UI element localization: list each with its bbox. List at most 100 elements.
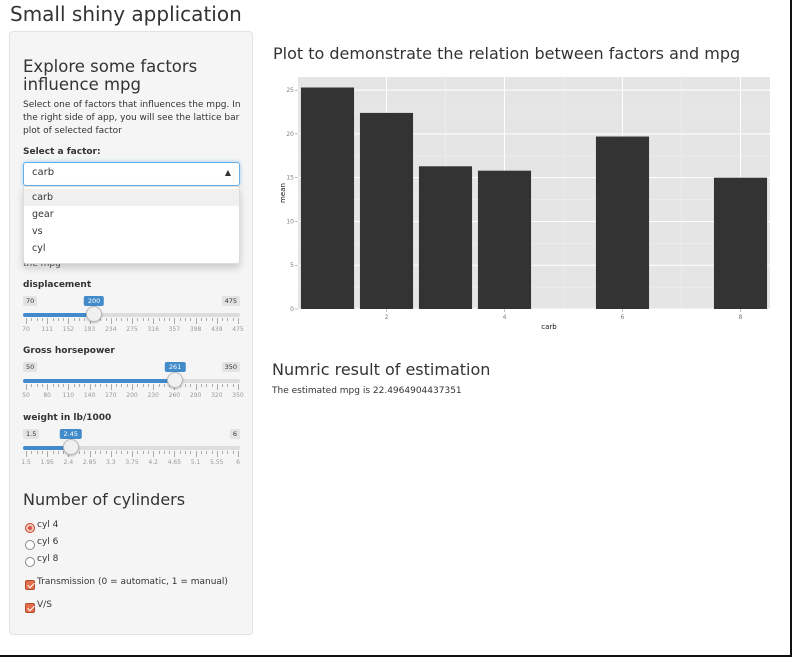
slider-tick <box>116 384 118 387</box>
slider-tick <box>68 384 70 390</box>
app-title: Small shiny application <box>10 2 242 26</box>
y-tick-label: 15 <box>286 175 294 182</box>
slider-tick-labels: 50 80 110 140 170 200 230 260 290 320 350 <box>22 392 244 402</box>
slider-tick <box>206 384 208 387</box>
dropdown-option[interactable]: carb <box>24 189 239 206</box>
slider-tick <box>110 451 112 457</box>
slider-tick <box>211 384 213 387</box>
radio-button[interactable] <box>25 557 35 567</box>
slider-tick <box>79 384 80 387</box>
radio-button[interactable] <box>25 540 35 550</box>
slider-tick <box>238 384 239 390</box>
dropdown-option[interactable]: vs <box>24 223 239 240</box>
factor-dropdown[interactable]: carb gear vs cyl <box>23 186 240 264</box>
slider-tick <box>137 451 139 454</box>
slider-tick-label: 290 <box>189 392 202 399</box>
checkbox-checked-icon[interactable] <box>25 603 35 613</box>
slider-tick <box>185 384 186 387</box>
slider-track <box>23 379 240 383</box>
slider-tick <box>200 318 202 321</box>
slider-tick <box>121 318 123 321</box>
slider-tick <box>222 318 224 321</box>
slider-tick <box>100 384 102 387</box>
slider-handle[interactable] <box>86 306 103 322</box>
slider-tick-label: 2.4 <box>63 459 74 466</box>
weight-slider[interactable]: 1.5 6 2.45 1.5 1.95 2.4 2.85 3.3 3.75 4.2 4.65 5.1 5… <box>21 429 240 479</box>
caret-up-icon[interactable]: ▲ <box>225 168 231 177</box>
transmission-checkbox-label[interactable]: Transmission (0 = automatic, 1 = manual) <box>37 577 228 587</box>
slider-tick <box>158 318 160 321</box>
checkbox-checked-icon[interactable] <box>25 580 35 590</box>
radio-label[interactable]: cyl 8 <box>37 554 58 564</box>
slider-tick <box>216 451 218 457</box>
displacement-slider[interactable]: 70 475 200 70 111 152 193 234 275 316 357 398 439 475 <box>22 296 244 346</box>
slider-tick <box>222 384 224 387</box>
slider-tick <box>163 318 165 321</box>
horsepower-label: Gross horsepower <box>23 346 115 356</box>
slider-tick <box>153 318 155 324</box>
slider-track <box>23 313 240 317</box>
factor-select[interactable]: carb ▲ <box>23 162 240 186</box>
slider-tick <box>73 384 75 387</box>
slider-tick <box>36 318 38 321</box>
slider-tick <box>68 318 70 324</box>
slider-tick <box>200 384 202 387</box>
factor-select-value[interactable]: carb <box>32 167 54 178</box>
slider-tick-label: 6 <box>236 459 240 466</box>
slider-tick <box>110 384 112 390</box>
slider-tick <box>190 451 192 454</box>
dropdown-option[interactable]: cyl <box>24 240 239 257</box>
slider-tick <box>232 384 234 387</box>
sidebar-panel: Explore some factors influence mpg Selec… <box>9 31 253 635</box>
slider-tick <box>195 318 197 324</box>
slider-tick <box>47 384 49 390</box>
slider-tick <box>126 451 128 454</box>
slider-tick-label: 320 <box>211 392 223 399</box>
slider-tick <box>206 451 208 454</box>
slider-tick-label: 3.75 <box>125 459 139 466</box>
slider-tick <box>227 384 229 387</box>
slider-tick-label: 1.5 <box>21 459 31 466</box>
x-tick-label: 6 <box>621 314 625 321</box>
slider-tick <box>147 384 149 387</box>
slider-tick <box>41 318 43 321</box>
slider-tick <box>41 451 43 454</box>
slider-tick <box>41 384 43 387</box>
y-tick-label: 5 <box>290 262 294 269</box>
slider-handle[interactable] <box>62 439 79 455</box>
radio-label[interactable]: cyl 6 <box>37 537 58 547</box>
dropdown-option[interactable]: gear <box>24 206 239 223</box>
estimated-mpg-value: 22.4964904437351 <box>372 386 462 396</box>
slider-tick <box>105 384 107 387</box>
radio-label[interactable]: cyl 4 <box>37 520 58 530</box>
slider-handle[interactable] <box>167 372 184 388</box>
slider-tick <box>84 318 86 321</box>
slider-tick <box>31 451 33 454</box>
slider-tick <box>211 318 213 321</box>
slider-tick <box>89 451 91 457</box>
slider-tick <box>238 451 239 457</box>
slider-ticks <box>23 451 240 459</box>
horsepower-slider[interactable]: 50 350 261 50 80 110 140 170 200 230 260 290 320 350 <box>22 362 244 412</box>
slider-tick <box>206 318 208 321</box>
slider-tick <box>137 384 139 387</box>
slider-tick <box>94 451 96 454</box>
slider-min-label: 70 <box>23 296 38 306</box>
slider-tick <box>84 384 86 387</box>
slider-tick-labels: 70 111 152 193 234 275 316 357 398 439 475 <box>22 326 244 336</box>
slider-tick-label: 260 <box>168 392 181 399</box>
slider-tick-label: 316 <box>147 326 159 333</box>
mpg-bar-chart: 0 5 10 15 20 25 2 4 6 8 carb mean <box>279 77 770 331</box>
radio-button[interactable] <box>25 523 35 533</box>
y-axis-label: mean <box>279 183 287 203</box>
slider-tick <box>79 318 80 321</box>
slider-tick-label: 3.3 <box>106 459 116 466</box>
slider-value-label: 261 <box>164 362 186 372</box>
slider-tick-label: 111 <box>41 326 53 333</box>
vs-checkbox-label[interactable]: V/S <box>37 600 52 610</box>
slider-value-label: 200 <box>83 296 105 306</box>
slider-tick <box>153 384 155 390</box>
slider-tick-label: 193 <box>83 326 96 333</box>
slider-tick <box>238 318 239 324</box>
slider-tick-label: 80 <box>43 392 52 399</box>
